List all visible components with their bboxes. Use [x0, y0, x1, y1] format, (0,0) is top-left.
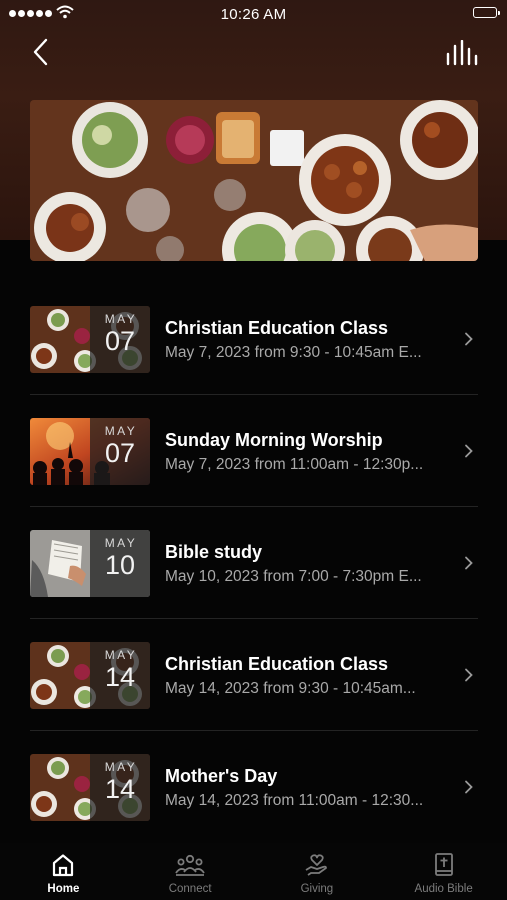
- status-time: 10:26 AM: [220, 6, 287, 23]
- event-thumbnail: MAY 07: [30, 418, 150, 485]
- event-month: MAY: [104, 536, 138, 550]
- event-title: Mother's Day: [165, 766, 278, 786]
- event-subtitle: May 10, 2023 from 7:00 - 7:30pm E...: [165, 568, 422, 585]
- event-subtitle: May 14, 2023 from 9:30 - 10:45am...: [165, 680, 416, 697]
- event-day: 07: [104, 326, 136, 356]
- event-day: 10: [104, 550, 136, 580]
- event-month: MAY: [104, 424, 138, 438]
- event-row[interactable]: MAY 07 Christian Education Class May 7, …: [30, 283, 478, 395]
- chevron-right-icon: [465, 556, 473, 570]
- event-date-badge: MAY 07: [90, 306, 150, 373]
- event-date-badge: MAY 07: [90, 418, 150, 485]
- chevron-right-icon: [465, 332, 473, 346]
- tab-bar: Home Connect Giving Audio Bible: [0, 843, 507, 900]
- tab-connect[interactable]: Connect: [127, 843, 254, 900]
- status-bar: 10:26 AM: [0, 0, 507, 28]
- event-month: MAY: [104, 648, 138, 662]
- event-date-badge: MAY 10: [90, 530, 150, 597]
- event-title: Bible study: [165, 542, 263, 562]
- event-date-badge: MAY 14: [90, 754, 150, 821]
- event-thumbnail: MAY 14: [30, 754, 150, 821]
- event-month: MAY: [104, 312, 138, 326]
- chevron-right-icon: [465, 444, 473, 458]
- event-day: 07: [104, 438, 136, 468]
- equalizer-bars-icon[interactable]: [445, 40, 479, 66]
- event-day: 14: [104, 774, 136, 804]
- tab-label: Giving: [300, 883, 334, 895]
- event-month: MAY: [104, 760, 138, 774]
- chevron-right-icon: [465, 780, 473, 794]
- event-row[interactable]: MAY 14 Christian Education Class May 14,…: [30, 619, 478, 731]
- event-title: Christian Education Class: [165, 654, 389, 674]
- event-title: Sunday Morning Worship: [165, 430, 383, 450]
- event-thumbnail: MAY 07: [30, 306, 150, 373]
- event-row[interactable]: MAY 07 Sunday Morning Worship May 7, 202…: [30, 395, 478, 507]
- event-day: 14: [104, 662, 136, 692]
- event-subtitle: May 7, 2023 from 9:30 - 10:45am E...: [165, 344, 422, 361]
- hero-image: [30, 100, 478, 261]
- tab-label: Audio Bible: [414, 883, 473, 895]
- heart-hand-icon: [305, 854, 327, 876]
- people-icon: [175, 854, 205, 876]
- event-title: Christian Education Class: [165, 318, 389, 338]
- home-icon: [53, 854, 74, 877]
- bible-cross-icon: [434, 853, 453, 876]
- event-row[interactable]: MAY 14 Mother's Day May 14, 2023 from 11…: [30, 731, 478, 842]
- back-button[interactable]: [28, 36, 56, 68]
- event-subtitle: May 14, 2023 from 11:00am - 12:30...: [165, 792, 424, 809]
- event-thumbnail: MAY 10: [30, 530, 150, 597]
- tab-label: Connect: [168, 883, 212, 895]
- events-list: MAY 07 Christian Education Class May 7, …: [30, 283, 478, 842]
- event-subtitle: May 7, 2023 from 11:00am - 12:30p...: [165, 456, 424, 473]
- tab-label: Home: [47, 883, 80, 895]
- tab-audio-bible[interactable]: Audio Bible: [380, 843, 507, 900]
- tab-home[interactable]: Home: [0, 843, 127, 900]
- battery-icon: [473, 7, 500, 18]
- chevron-right-icon: [465, 668, 473, 682]
- event-thumbnail: MAY 14: [30, 642, 150, 709]
- event-row[interactable]: MAY 10 Bible study May 10, 2023 from 7:0…: [30, 507, 478, 619]
- event-date-badge: MAY 14: [90, 642, 150, 709]
- tab-giving[interactable]: Giving: [254, 843, 381, 900]
